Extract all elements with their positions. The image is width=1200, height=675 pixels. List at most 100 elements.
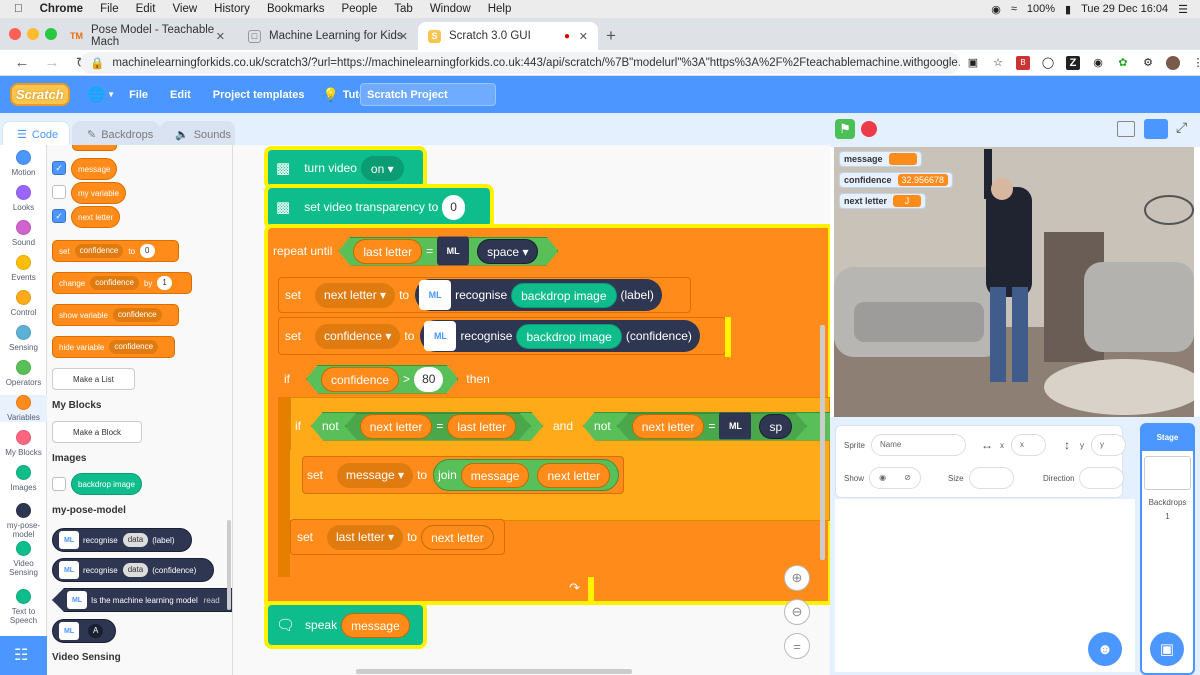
- label-dropdown[interactable]: A: [88, 624, 104, 638]
- label-menu-block[interactable]: ML A: [52, 619, 116, 643]
- choose-sprite-button[interactable]: ☻: [1088, 632, 1122, 666]
- hide-variable-block[interactable]: hide variable confidence: [52, 336, 175, 358]
- backdrop-image-reporter[interactable]: backdrop image: [516, 323, 622, 349]
- browser-tab-pose-model[interactable]: TM Pose Model - Teachable Mach ✕: [60, 22, 235, 50]
- equals-operator[interactable]: next letter = ML sp: [617, 413, 807, 440]
- recognise-confidence-reporter[interactable]: ML recognise backdrop image (confidence): [420, 320, 700, 352]
- url-field[interactable]: 🔒 machinelearningforkids.co.uk/scratch3/…: [80, 52, 960, 74]
- equals-operator[interactable]: next letter = last letter: [345, 413, 531, 440]
- if-confidence-block[interactable]: if confidence > 80 then: [278, 361, 490, 397]
- visibility-toggle[interactable]: ◉ ⊘: [869, 467, 921, 489]
- puzzle-icon[interactable]: ⚙: [1141, 56, 1155, 70]
- zoom-window-button[interactable]: [45, 28, 57, 40]
- backdrop-image-checkbox[interactable]: [52, 477, 66, 491]
- menu-edit[interactable]: Edit: [170, 89, 191, 101]
- backdrop-image-reporter[interactable]: backdrop image: [71, 473, 142, 495]
- menu-tab[interactable]: Tab: [394, 3, 413, 15]
- forward-icon[interactable]: →: [44, 54, 60, 71]
- variable-dropdown[interactable]: message ▾: [337, 462, 414, 488]
- threshold-input[interactable]: 80: [414, 367, 443, 392]
- show-variable-block[interactable]: show variable confidence: [52, 304, 179, 326]
- not-operator-1[interactable]: not next letter = last letter: [311, 412, 543, 441]
- category-variables[interactable]: Variables: [0, 395, 47, 422]
- evernote-icon[interactable]: ✿: [1116, 56, 1130, 70]
- variable-dropdown[interactable]: confidence: [74, 244, 124, 258]
- y-input[interactable]: y: [1091, 434, 1126, 456]
- menu-file[interactable]: File: [129, 89, 148, 101]
- message-reporter[interactable]: message: [341, 612, 410, 638]
- close-tab-icon[interactable]: ✕: [579, 30, 588, 43]
- turn-video-block[interactable]: ▩ turn video on ▾: [268, 150, 423, 186]
- extension-icon[interactable]: B: [1016, 56, 1030, 70]
- category-events[interactable]: Events: [0, 255, 47, 282]
- direction-input[interactable]: [1079, 467, 1124, 489]
- last-letter-reporter[interactable]: last letter: [353, 239, 422, 264]
- set-last-letter-block[interactable]: set last letter ▾ to next letter: [290, 519, 505, 555]
- category-control[interactable]: Control: [0, 290, 47, 317]
- value-input[interactable]: 1: [157, 276, 172, 290]
- menu-edit[interactable]: Edit: [136, 3, 156, 15]
- back-icon[interactable]: ←: [14, 54, 30, 71]
- recognise-label-block[interactable]: ML recognise data (label): [52, 528, 192, 552]
- category-motion[interactable]: Motion: [0, 150, 47, 177]
- transparency-input[interactable]: 0: [442, 194, 465, 220]
- zoom-in-button[interactable]: ⊕: [784, 565, 810, 591]
- kebab-menu-icon[interactable]: ⋮: [1191, 56, 1200, 70]
- var-checkbox-message[interactable]: ✓: [52, 161, 66, 175]
- menu-bookmarks[interactable]: Bookmarks: [267, 3, 325, 15]
- variable-dropdown[interactable]: confidence: [109, 340, 159, 354]
- eye-off-icon[interactable]: ⊘: [904, 468, 911, 488]
- set-variable-block[interactable]: set confidence to 0: [52, 240, 179, 262]
- tab-backdrops[interactable]: ✎ Backdrops: [72, 121, 160, 147]
- video-state-dropdown[interactable]: on ▾: [360, 155, 404, 181]
- menu-file[interactable]: File: [100, 3, 119, 15]
- zoom-out-button[interactable]: ⊖: [784, 599, 810, 625]
- var-checkbox-next-letter[interactable]: ✓: [52, 209, 66, 223]
- category-images[interactable]: Images: [0, 465, 47, 492]
- value-input[interactable]: 0: [140, 244, 155, 258]
- add-extension-button[interactable]: ☷: [0, 636, 47, 675]
- browser-tab-ml4k[interactable]: □ Machine Learning for Kids ✕: [238, 22, 418, 50]
- apple-icon[interactable]: : [14, 3, 23, 15]
- category-text-to-speech[interactable]: Text to Speech: [0, 589, 47, 625]
- set-next-letter-block[interactable]: set next letter ▾ to ML recognise backdr…: [278, 277, 691, 313]
- palette-scrollbar[interactable]: [227, 520, 231, 610]
- project-title-input[interactable]: Scratch Project: [360, 83, 496, 106]
- make-a-list-button[interactable]: Make a List: [52, 368, 135, 390]
- choose-backdrop-button[interactable]: ▣: [1150, 632, 1184, 666]
- next-letter-reporter[interactable]: next letter: [421, 524, 494, 550]
- browser-tab-scratch[interactable]: S Scratch 3.0 GUI ● ✕: [418, 22, 598, 50]
- category-video-sensing[interactable]: Video Sensing: [0, 541, 47, 577]
- equals-operator[interactable]: last letter = ML space ▾: [338, 237, 558, 266]
- menu-help[interactable]: Help: [488, 3, 512, 15]
- circle-extension-icon[interactable]: ◉: [1091, 56, 1105, 70]
- sprite-name-input[interactable]: Name: [871, 434, 966, 456]
- category-sound[interactable]: Sound: [0, 220, 47, 247]
- variable-dropdown[interactable]: next letter ▾: [315, 282, 396, 308]
- record-icon[interactable]: ◉: [991, 3, 1001, 16]
- new-tab-button[interactable]: +: [606, 26, 616, 46]
- speak-block[interactable]: 🗨 speak message: [268, 605, 423, 645]
- not-operator-2[interactable]: not next letter = ML sp: [583, 412, 830, 441]
- variable-dropdown[interactable]: confidence: [90, 276, 139, 290]
- eye-icon[interactable]: ◉: [879, 468, 886, 488]
- close-window-button[interactable]: [9, 28, 21, 40]
- var-reporter-next-letter[interactable]: next letter: [71, 206, 121, 228]
- fullscreen-icon[interactable]: ⤢: [1176, 119, 1187, 136]
- workspace-vertical-scrollbar[interactable]: [820, 325, 825, 560]
- palette-var-partial[interactable]: [72, 145, 117, 151]
- var-checkbox-my-variable[interactable]: [52, 185, 66, 199]
- greater-than-operator[interactable]: confidence > 80: [306, 365, 458, 394]
- confidence-reporter[interactable]: confidence: [321, 367, 399, 392]
- video-transparency-block[interactable]: ▩ set video transparency to 0: [268, 188, 490, 226]
- category-sensing[interactable]: Sensing: [0, 325, 47, 352]
- bookmark-star-icon[interactable]: ☆: [991, 56, 1005, 70]
- variable-dropdown[interactable]: confidence: [112, 308, 162, 322]
- category-operators[interactable]: Operators: [0, 360, 47, 387]
- zoom-reset-button[interactable]: =: [784, 633, 810, 659]
- variable-dropdown[interactable]: confidence ▾: [315, 323, 401, 349]
- next-letter-reporter[interactable]: next letter: [632, 414, 705, 439]
- label-dropdown-partial[interactable]: sp: [759, 414, 792, 439]
- message-reporter[interactable]: message: [460, 462, 530, 488]
- stage[interactable]: message confidence 32.956678 next letter…: [834, 147, 1194, 417]
